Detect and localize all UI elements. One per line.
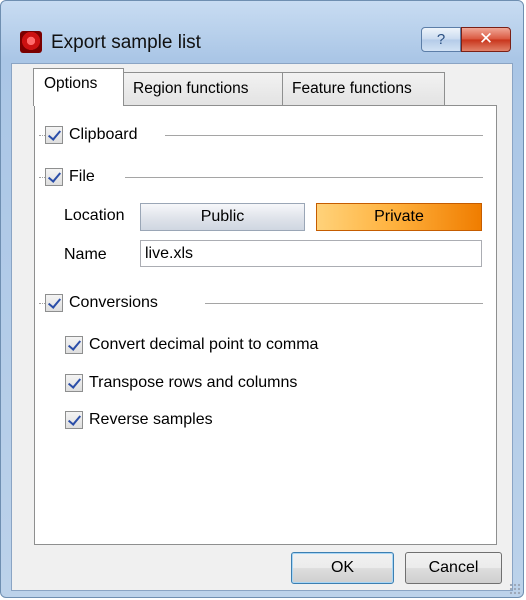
clipboard-checkbox-row[interactable]: Clipboard <box>45 123 137 147</box>
file-checkbox[interactable] <box>45 168 63 186</box>
convert-decimal-checkbox[interactable] <box>65 336 83 354</box>
title-bar[interactable]: Export sample list ? ✕ <box>1 1 523 63</box>
file-separator <box>125 177 483 178</box>
options-panel: Clipboard File Location Public Private N… <box>34 105 497 545</box>
transpose-checkbox[interactable] <box>65 374 83 392</box>
conversions-separator <box>205 303 483 304</box>
tab-options[interactable]: Options <box>33 68 124 106</box>
tab-feature-functions[interactable]: Feature functions <box>282 72 445 105</box>
window-title: Export sample list <box>51 32 201 53</box>
cancel-button-label: Cancel <box>428 559 479 576</box>
dialog-client-area: Options Region functions Feature functio… <box>11 63 513 591</box>
cancel-button[interactable]: Cancel <box>405 552 502 584</box>
close-icon: ✕ <box>478 29 494 48</box>
conversions-checkbox-row[interactable]: Conversions <box>45 291 158 315</box>
close-button[interactable]: ✕ <box>461 27 511 52</box>
location-public-option[interactable]: Public <box>140 203 305 231</box>
public-option-label: Public <box>200 208 245 225</box>
dialog-window: Export sample list ? ✕ Options Region fu… <box>0 0 524 598</box>
question-mark-icon: ? <box>436 31 446 48</box>
tab-label: Options <box>44 75 98 92</box>
transpose-row[interactable]: Transpose rows and columns <box>65 371 297 395</box>
private-option-label: Private <box>374 208 424 225</box>
clipboard-separator <box>165 135 483 136</box>
name-input[interactable]: live.xls <box>140 240 482 267</box>
convert-decimal-label: Convert decimal point to comma <box>89 336 319 353</box>
location-label: Location <box>64 207 125 224</box>
transpose-label: Transpose rows and columns <box>89 374 298 391</box>
tab-label: Feature functions <box>292 80 412 97</box>
resize-grip-icon[interactable] <box>509 583 521 595</box>
tab-label: Region functions <box>133 80 249 97</box>
app-icon <box>20 31 42 53</box>
convert-decimal-row[interactable]: Convert decimal point to comma <box>65 333 318 357</box>
help-button[interactable]: ? <box>421 27 461 52</box>
ok-button-label: OK <box>330 559 355 576</box>
file-label: File <box>69 168 95 185</box>
reverse-samples-checkbox[interactable] <box>65 411 83 429</box>
name-input-value: live.xls <box>145 245 194 262</box>
file-checkbox-row[interactable]: File <box>45 165 95 189</box>
conversions-checkbox[interactable] <box>45 294 63 312</box>
reverse-samples-row[interactable]: Reverse samples <box>65 408 213 432</box>
conversions-label: Conversions <box>69 294 158 311</box>
location-private-option[interactable]: Private <box>316 203 482 231</box>
ok-button[interactable]: OK <box>291 552 394 584</box>
clipboard-checkbox[interactable] <box>45 126 63 144</box>
clipboard-label: Clipboard <box>69 126 138 143</box>
tab-region-functions[interactable]: Region functions <box>123 72 283 105</box>
name-label: Name <box>64 246 107 263</box>
reverse-samples-label: Reverse samples <box>89 411 213 428</box>
